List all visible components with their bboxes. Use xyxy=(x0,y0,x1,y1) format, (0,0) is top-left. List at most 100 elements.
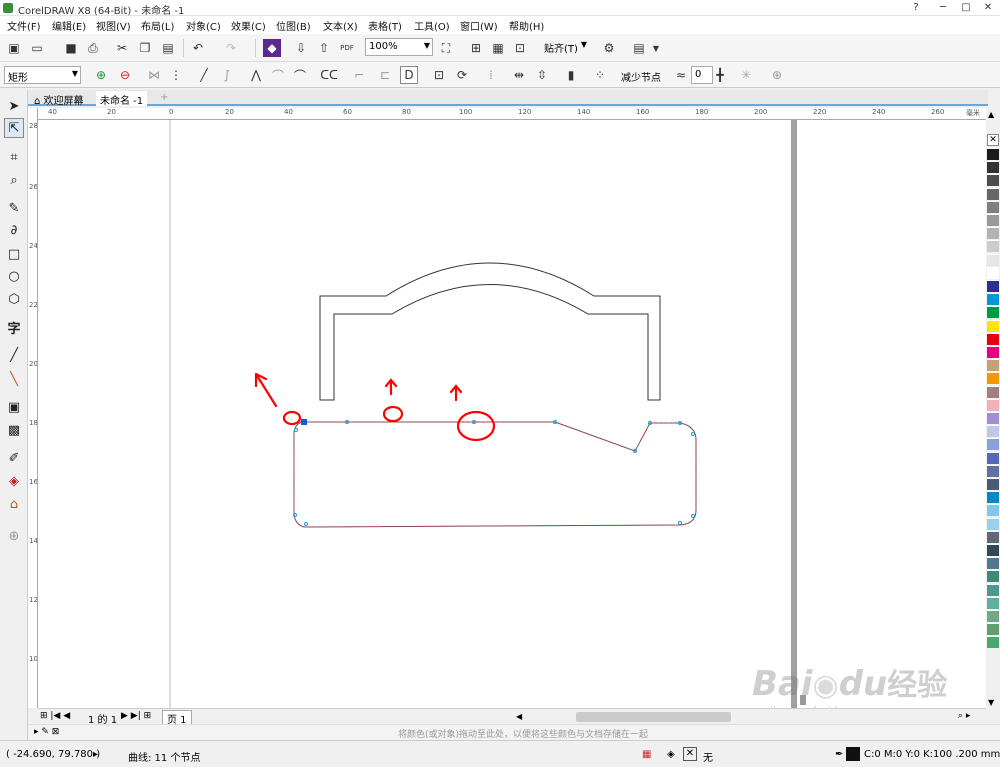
smoothness-input[interactable]: 0 xyxy=(691,66,713,84)
export-icon[interactable]: ⇧ xyxy=(315,39,333,57)
polygon-tool-icon[interactable]: ⬡ xyxy=(4,289,24,309)
ellipse-tool-icon[interactable]: ○ xyxy=(4,266,24,286)
pick-tool-icon[interactable]: ➤ xyxy=(4,96,24,116)
cut-icon[interactable]: ✂ xyxy=(113,39,131,57)
break-curve-icon[interactable]: ⋮ xyxy=(167,66,185,84)
slider-icon[interactable]: ╋ xyxy=(711,66,729,84)
save-icon[interactable]: ■ xyxy=(62,39,80,57)
color-swatch[interactable] xyxy=(987,200,999,213)
horizontal-scrollbar-thumb[interactable] xyxy=(576,712,731,722)
drop-shadow-icon[interactable]: ▣ xyxy=(4,397,24,417)
color-swatch[interactable] xyxy=(987,623,999,636)
select-all-nodes-icon[interactable]: ⁘ xyxy=(591,66,609,84)
color-swatch[interactable] xyxy=(987,412,999,424)
smooth-node-icon[interactable]: ⌒ xyxy=(269,66,287,84)
parallel-dimension-icon[interactable]: ╱ xyxy=(4,345,24,365)
copy-icon[interactable]: ❐ xyxy=(136,39,154,57)
menu-edit[interactable]: 编辑(E) xyxy=(52,18,86,33)
show-guidelines-icon[interactable]: ⊡ xyxy=(511,39,529,57)
rotate-nodes-icon[interactable]: ⟳ xyxy=(453,66,471,84)
new-document-icon[interactable]: ▣ xyxy=(5,39,23,57)
color-swatch[interactable] xyxy=(987,161,999,174)
freehand-tool-icon[interactable]: ✎ xyxy=(4,198,24,218)
menu-bitmaps[interactable]: 位图(B) xyxy=(276,18,311,33)
color-palette[interactable]: ▲ ✕ ▼ xyxy=(986,110,1000,750)
menu-table[interactable]: 表格(T) xyxy=(368,18,402,33)
curve-node[interactable] xyxy=(293,513,297,517)
add-node-icon[interactable]: ⊕ xyxy=(92,66,110,84)
hscroll-left-icon[interactable]: ◀ xyxy=(516,712,522,722)
drawing-area[interactable] xyxy=(38,120,986,708)
first-node-handle[interactable] xyxy=(301,419,307,425)
no-fill-swatch[interactable]: ✕ xyxy=(683,747,697,761)
menu-view[interactable]: 视图(V) xyxy=(96,18,131,33)
color-swatch[interactable] xyxy=(987,583,999,596)
launch-icon[interactable]: ▤ xyxy=(630,39,648,57)
color-swatch[interactable] xyxy=(987,240,999,253)
menu-effects[interactable]: 效果(C) xyxy=(231,18,266,33)
curve-node[interactable] xyxy=(294,428,298,432)
corner-icon[interactable]: ✳ xyxy=(737,66,755,84)
stretch-nodes-icon[interactable]: ⊡ xyxy=(430,66,448,84)
help-icon[interactable]: ? xyxy=(903,0,929,16)
print-icon[interactable]: ⎙ xyxy=(84,39,102,57)
symmetrical-node-icon[interactable]: ⌒ xyxy=(291,66,309,84)
color-swatch[interactable] xyxy=(987,359,999,372)
new-tab-icon[interactable]: + xyxy=(156,91,172,106)
color-swatch[interactable] xyxy=(987,332,999,345)
add-tool-icon[interactable]: ⊕ xyxy=(4,526,24,546)
desktop-area[interactable] xyxy=(797,120,986,708)
tab-untitled-1[interactable]: 未命名 -1 xyxy=(96,91,148,107)
rectangle-tool-icon[interactable]: □ xyxy=(4,244,24,264)
color-swatch[interactable] xyxy=(987,214,999,226)
expand-icon[interactable]: ▸ xyxy=(93,749,98,760)
curve-node[interactable] xyxy=(304,522,308,526)
elastic-mode-icon[interactable]: ▮ xyxy=(562,66,580,84)
cusp-node-icon[interactable]: ⋀ xyxy=(247,66,265,84)
full-screen-icon[interactable]: ⛶ xyxy=(437,39,455,57)
import-icon[interactable]: ⇩ xyxy=(292,39,310,57)
menu-file[interactable]: 文件(F) xyxy=(7,18,41,33)
add-icon[interactable]: ⊕ xyxy=(768,66,786,84)
vertical-ruler[interactable]: 280 260 240 220 200 180 160 140 120 100 xyxy=(28,108,38,708)
page-nav-forward[interactable]: ▶ ▶| ⊞ xyxy=(121,711,151,721)
reverse-direction-icon[interactable]: ᑕᑕ xyxy=(320,66,338,84)
shape-type-select[interactable]: 矩形 ▼ xyxy=(4,66,81,84)
drawing-canvas[interactable] xyxy=(38,120,986,708)
color-swatch[interactable] xyxy=(987,425,999,438)
outline-color-swatch[interactable] xyxy=(846,747,860,761)
chevron-down-icon[interactable]: ▼ xyxy=(647,39,665,57)
color-swatch[interactable] xyxy=(987,385,999,398)
eyedropper-icon[interactable]: ✐ xyxy=(4,448,24,468)
zoom-icon[interactable]: ⌕ ▸ xyxy=(958,711,970,721)
menu-tools[interactable]: 工具(O) xyxy=(414,18,450,33)
paste-icon[interactable]: ▤ xyxy=(159,39,177,57)
color-swatch[interactable] xyxy=(987,530,999,543)
text-tool-icon[interactable]: 字 xyxy=(4,317,24,337)
palette-options-icon[interactable]: ▸ ✎ ⊠ xyxy=(34,727,59,737)
join-nodes-icon[interactable]: ⋈ xyxy=(145,66,163,84)
color-swatch[interactable] xyxy=(987,187,999,200)
curve-node[interactable] xyxy=(691,432,695,436)
palette-scroll-up-icon[interactable]: ▲ xyxy=(988,110,994,119)
extend-curve-icon[interactable]: ⌐ xyxy=(350,66,368,84)
color-swatch[interactable] xyxy=(987,280,999,292)
color-swatch[interactable] xyxy=(987,570,999,583)
align-nodes-icon[interactable]: ⁞ xyxy=(482,66,500,84)
color-swatch[interactable] xyxy=(987,478,999,490)
menu-layout[interactable]: 布局(L) xyxy=(141,18,174,33)
color-swatch[interactable] xyxy=(987,148,999,160)
close-curve-icon[interactable]: D xyxy=(400,66,418,84)
curve-node[interactable] xyxy=(691,514,695,518)
color-swatch[interactable] xyxy=(987,491,999,504)
headboard-shape[interactable] xyxy=(319,262,661,401)
color-swatch[interactable] xyxy=(987,544,999,556)
color-swatch[interactable] xyxy=(987,306,999,319)
menu-text[interactable]: 文本(X) xyxy=(323,18,358,33)
crop-tool-icon[interactable]: ⌗ xyxy=(4,147,24,167)
delete-node-icon[interactable]: ⊖ xyxy=(116,66,134,84)
undo-icon[interactable]: ↶ xyxy=(189,39,207,57)
zoom-tool-icon[interactable]: ⌕ xyxy=(4,170,24,190)
color-swatch[interactable] xyxy=(987,174,999,187)
no-color-swatch[interactable]: ✕ xyxy=(987,134,999,146)
